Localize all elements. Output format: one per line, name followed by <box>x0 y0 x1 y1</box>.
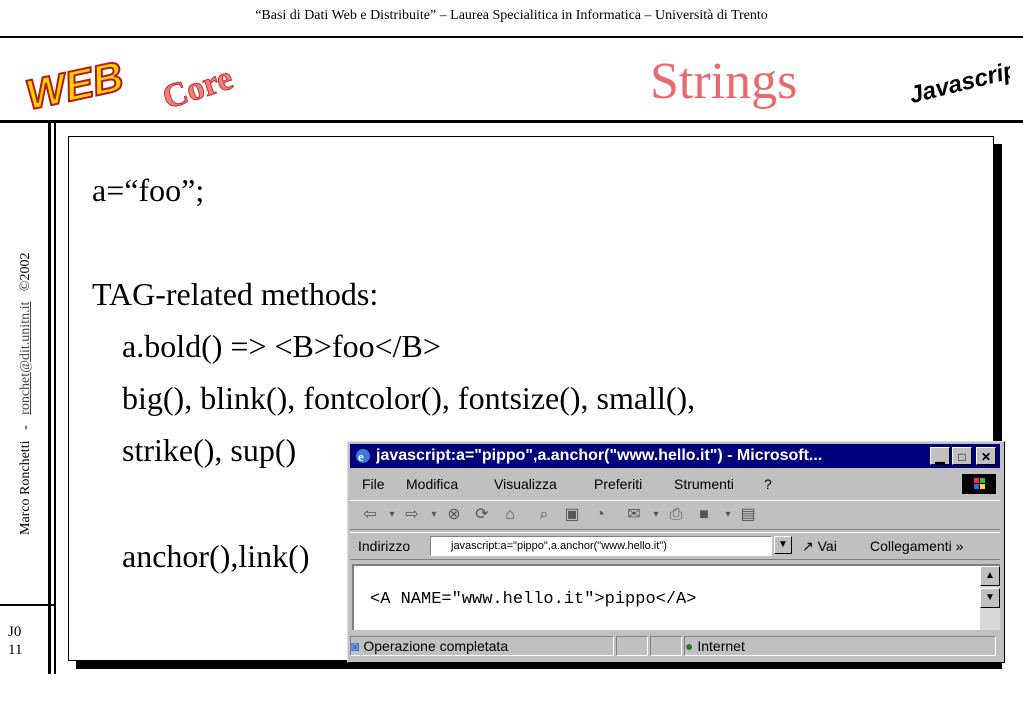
content-line-4: big(), blink(), fontcolor(), fontsize(),… <box>122 380 696 416</box>
address-label: Indirizzo <box>358 538 411 554</box>
address-input[interactable]: javascript:a="pippo",a.anchor("www.hello… <box>430 536 772 556</box>
back-dropdown-icon[interactable]: ▾ <box>382 506 402 524</box>
discuss-icon[interactable]: ▤ <box>738 506 758 524</box>
minimize-icon: ▁ <box>935 450 945 464</box>
web-logo-text: WEB <box>22 52 128 114</box>
status-panel-empty-2 <box>650 636 682 656</box>
menu-file[interactable]: File <box>362 476 385 492</box>
maximize-icon: □ <box>958 450 966 464</box>
javascript-logo-text: Javascript <box>906 54 1010 109</box>
author-name: Marco Ronchetti <box>18 440 33 535</box>
favorites-icon[interactable]: ▣ <box>562 506 582 524</box>
status-panel: ◙ Operazione completata <box>350 636 614 656</box>
copyright-text: ©2002 <box>18 252 33 292</box>
content-line-1: a=“foo”; <box>92 172 205 208</box>
page-number: 11 <box>8 642 23 658</box>
forward-icon[interactable]: ⇨ <box>402 506 422 524</box>
left-vertical-rule-inner <box>54 120 56 674</box>
stop-icon[interactable]: ⊗ <box>444 506 464 524</box>
zone-text: Internet <box>697 638 745 654</box>
web-logo: WEB <box>21 51 128 114</box>
document-area: <A NAME="www.hello.it">pippo</A> ▲ ▼ <box>352 564 1000 630</box>
window-title: javascript:a="pippo",a.anchor("www.hello… <box>376 447 823 464</box>
edit-icon[interactable]: ■ <box>694 506 714 524</box>
status-text: Operazione completata <box>363 638 509 654</box>
search-icon[interactable]: ⌕ <box>534 506 554 524</box>
go-arrow-icon: ↗ <box>802 538 814 554</box>
menu-bar: File Modifica Visualizza Preferiti Strum… <box>350 472 1000 496</box>
document-text: <A NAME="www.hello.it">pippo</A> <box>370 590 697 609</box>
close-button[interactable]: ✕ <box>976 447 996 465</box>
page-done-icon: ◙ <box>351 638 360 654</box>
left-band-rule <box>0 604 56 606</box>
javascript-logo: Javascript <box>906 54 1010 109</box>
content-line-5: strike(), sup() <box>122 432 297 468</box>
core-logo: Core <box>158 59 238 110</box>
content-line-2: TAG-related methods: <box>92 276 379 312</box>
home-icon[interactable]: ⌂ <box>500 506 520 524</box>
ie-icon: e <box>356 449 370 464</box>
print-icon[interactable]: ⎙ <box>666 506 686 524</box>
window-titlebar[interactable]: e javascript:a="pippo",a.anchor("www.hel… <box>350 444 1000 468</box>
menu-modifica[interactable]: Modifica <box>406 476 458 492</box>
address-value: javascript:a="pippo",a.anchor("www.hello… <box>451 540 667 552</box>
header-rule <box>0 36 1023 38</box>
author-email-link[interactable]: ronchet@dit.unitn.it <box>18 302 33 415</box>
maximize-button[interactable]: □ <box>952 447 972 465</box>
menu-visualizza[interactable]: Visualizza <box>494 476 557 492</box>
content-line-6: anchor(),link() <box>122 538 310 574</box>
chevron-down-icon: ▼ <box>778 539 788 550</box>
mail-icon[interactable]: ✉ <box>624 506 644 524</box>
arrow-up-icon: ▲ <box>985 570 995 581</box>
forward-dropdown-icon[interactable]: ▾ <box>424 506 444 524</box>
author-separator: - <box>18 425 33 431</box>
status-panel-empty-1 <box>616 636 648 656</box>
address-dropdown-button[interactable]: ▼ <box>774 536 792 554</box>
toolbar: ⇦ ▾ ⇨ ▾ ⊗ ⟳ ⌂ ⌕ ▣ ◔ ✉ ▾ ⎙ ■ ▾ ▤ <box>350 500 1000 530</box>
close-icon: ✕ <box>980 450 992 464</box>
mail-dropdown-icon[interactable]: ▾ <box>646 506 666 524</box>
minimize-button[interactable]: ▁ <box>930 447 950 465</box>
go-button[interactable]: ↗ Vai <box>802 538 837 555</box>
status-bar: ◙ Operazione completata ● Internet <box>350 634 1000 658</box>
windows-logo-icon <box>962 474 996 494</box>
scroll-up-button[interactable]: ▲ <box>980 566 1000 586</box>
content-line-3: a.bold() => <B>foo</B> <box>122 328 441 364</box>
links-button[interactable]: Collegamenti » <box>870 538 963 554</box>
scroll-down-button[interactable]: ▼ <box>980 588 1000 608</box>
edit-dropdown-icon[interactable]: ▾ <box>718 506 738 524</box>
menu-strumenti[interactable]: Strumenti <box>674 476 734 492</box>
slide-title: Strings <box>650 53 798 110</box>
menu-help[interactable]: ? <box>764 476 772 492</box>
browser-window: e javascript:a="pippo",a.anchor("www.hel… <box>347 441 1005 663</box>
refresh-icon[interactable]: ⟳ <box>472 506 492 524</box>
left-vertical-rule <box>48 120 51 674</box>
back-icon[interactable]: ⇦ <box>360 506 380 524</box>
menu-preferiti[interactable]: Preferiti <box>594 476 642 492</box>
svg-text:e: e <box>358 449 364 464</box>
header-bottom-rule <box>0 120 1023 123</box>
page-code: J0 <box>8 624 22 640</box>
zone-panel: ● Internet <box>684 636 996 656</box>
go-label: Vai <box>817 538 837 554</box>
vertical-scrollbar[interactable]: ▲ ▼ <box>980 566 1000 630</box>
author-credit: Marco Ronchetti - ronchet@dit.unitn.it ©… <box>10 195 46 535</box>
history-icon[interactable]: ◔ <box>590 506 610 524</box>
address-bar: Indirizzo javascript:a="pippo",a.anchor(… <box>350 532 1000 560</box>
course-title: “Basi di Dati Web e Distribuite” – Laure… <box>255 8 768 23</box>
globe-icon: ● <box>685 638 694 654</box>
arrow-down-icon: ▼ <box>985 592 995 603</box>
core-logo-text: Core <box>158 60 237 110</box>
